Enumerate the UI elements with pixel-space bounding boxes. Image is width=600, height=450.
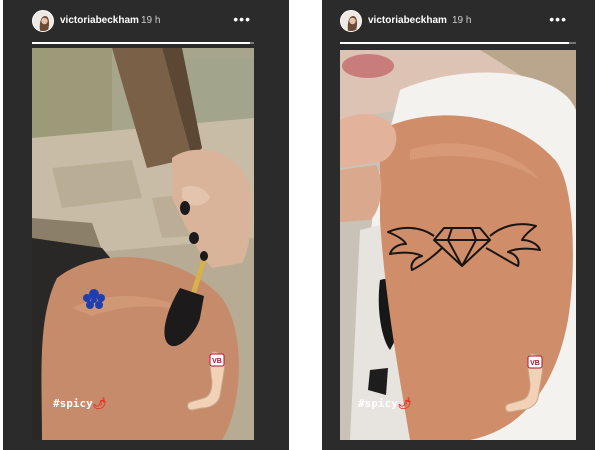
avatar[interactable] [340,10,362,32]
chili-pepper-icon: 🌶 [397,397,412,410]
flexed-arm-sticker: VB [187,351,225,411]
avatar[interactable] [32,10,54,32]
hashtag-text: #spicy [53,397,93,410]
timestamp: 19 h [141,15,161,26]
hashtag-text: #spicy [358,397,398,410]
chili-pepper-icon: 🌶 [92,397,107,410]
story-panel-2: victoriabeckham 19 h ••• VB #spicy🌶 [322,0,595,450]
story-header: victoriabeckham 19 h ••• [3,6,289,36]
story-header: victoriabeckham 19 h ••• [322,6,595,36]
hashtag-sticker[interactable]: #spicy🌶 [53,397,107,410]
more-dots-icon[interactable]: ••• [233,11,251,27]
svg-text:VB: VB [530,360,540,367]
story-photo[interactable]: VB [32,48,254,440]
story-progress-fill [32,42,250,44]
story-progress-bar [340,42,576,44]
flexed-arm-sticker: VB [505,353,543,413]
story-panel-1: victoriabeckham 19 h ••• VB #spicy🌶 [3,0,289,450]
story-progress-fill [340,42,569,44]
hashtag-sticker[interactable]: #spicy🌶 [358,397,412,410]
username[interactable]: victoriabeckham [368,15,447,26]
story-photo[interactable]: VB [340,50,576,440]
svg-text:VB: VB [212,358,222,365]
more-dots-icon[interactable]: ••• [549,11,567,27]
username[interactable]: victoriabeckham [60,15,139,26]
story-progress-bar [32,42,254,44]
timestamp: 19 h [452,15,472,26]
